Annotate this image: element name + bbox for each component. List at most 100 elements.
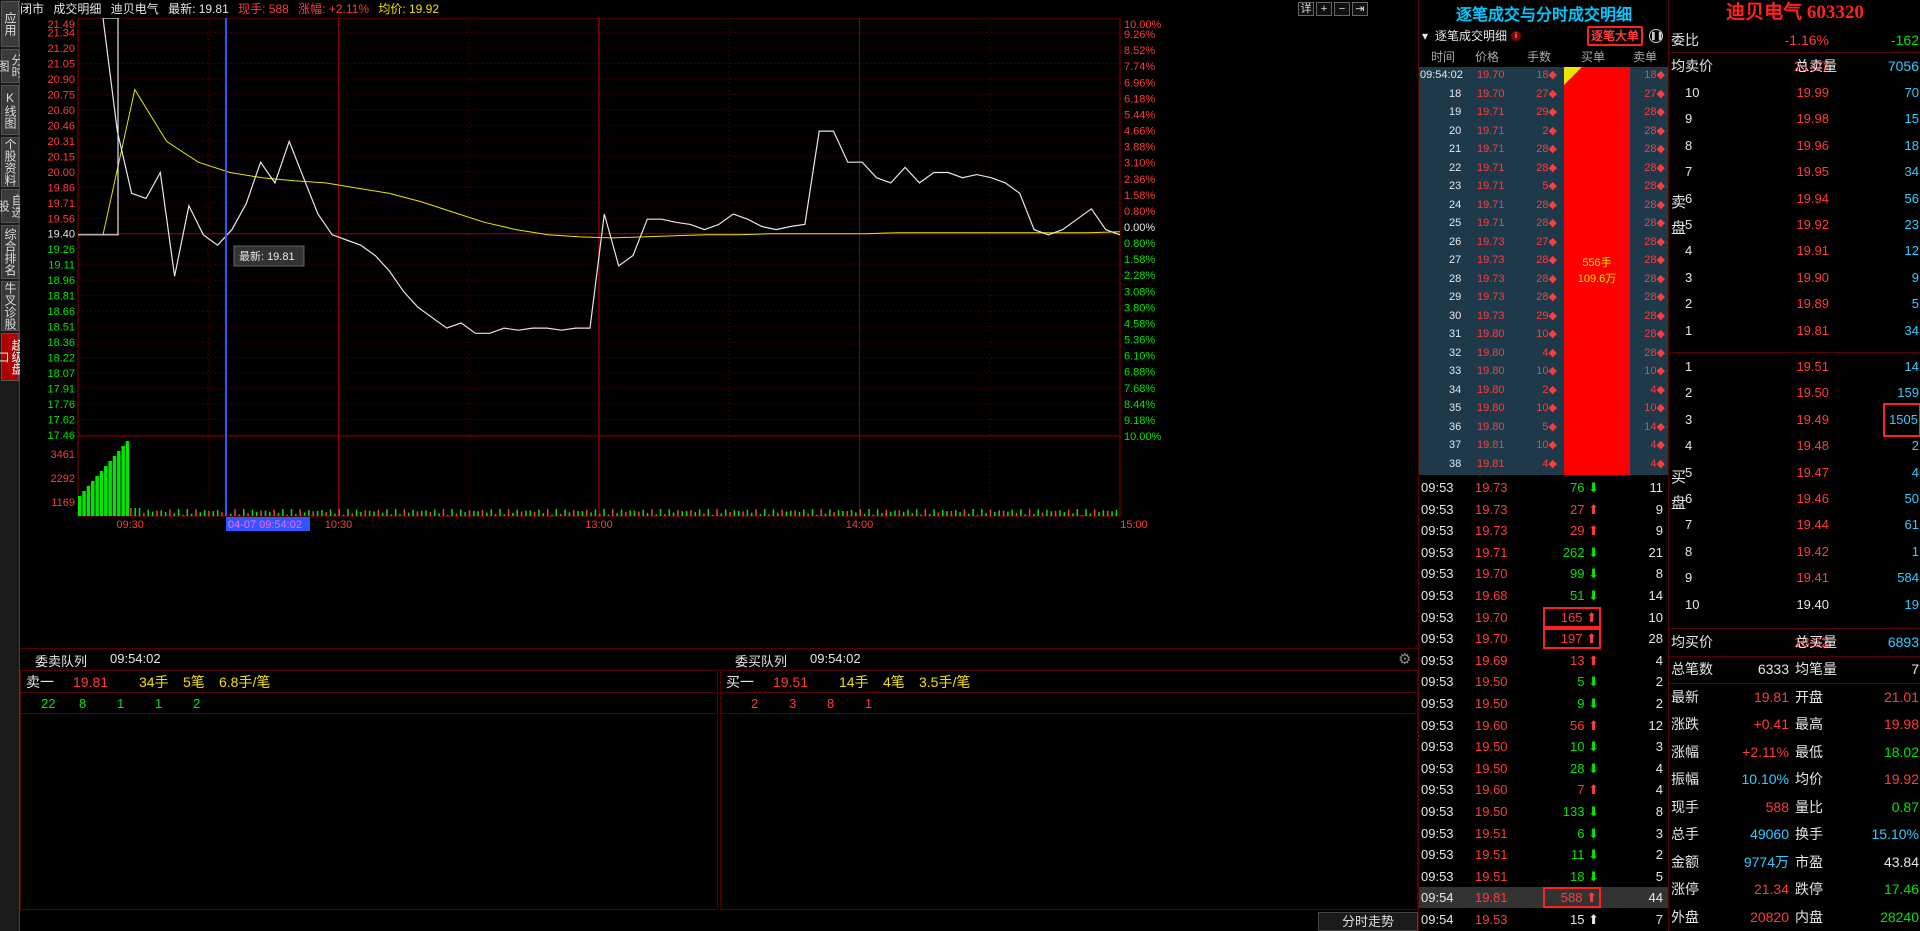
tick-price: 19.51 <box>1475 825 1508 841</box>
volume-bar <box>837 510 840 516</box>
time-tick-label: 15:00 <box>1120 519 1148 531</box>
volume-bar <box>117 451 121 516</box>
tick-time: 09:53 <box>1421 825 1454 841</box>
volume-bar <box>989 509 992 516</box>
total-sell: 7056 <box>1887 58 1919 74</box>
tick-hands: 9 ⬇ <box>1577 696 1599 711</box>
detail-button[interactable]: 详 <box>1298 2 1314 16</box>
sidebar-item-7[interactable]: 超级盘口 <box>0 333 24 381</box>
volume-bar <box>468 510 471 516</box>
volume-bar <box>347 509 349 516</box>
tick-hands: 13 ⬆ <box>1570 652 1599 668</box>
volume-bar <box>1024 514 1026 516</box>
volume-bar <box>690 510 692 516</box>
price-tick-label: 19.26 <box>47 244 75 256</box>
tick-count: 21 <box>1648 544 1663 560</box>
volume-bar <box>242 509 245 516</box>
sidebar-item-6[interactable]: 牛叉诊股 <box>1 281 19 331</box>
ask-level: 4 <box>1685 243 1693 259</box>
volume-bar <box>972 509 974 516</box>
tick-time: 09:53 <box>1421 674 1454 690</box>
detail-time: 32 <box>1449 346 1462 359</box>
detail-time: 28 <box>1449 272 1462 285</box>
detail-hands: 5◆ <box>1542 420 1557 433</box>
bid-row: 3 19.49 1505 <box>1669 402 1920 437</box>
sidebar-item-5[interactable]: 综合排名 <box>1 225 19 279</box>
volume-bar <box>1007 511 1009 516</box>
detail-hands: 28◆ <box>1536 254 1557 266</box>
volume-bar <box>538 509 540 516</box>
expand-button[interactable]: ⇥ <box>1352 2 1368 16</box>
volume-bar <box>1115 509 1118 516</box>
volume-bar <box>729 511 731 516</box>
sidebar-item-1[interactable]: 分时图 <box>0 49 24 83</box>
volume-bar <box>885 509 888 516</box>
detail-price: 19.80 <box>1477 346 1505 359</box>
volume-bar <box>86 486 91 516</box>
volume-bar <box>685 510 688 516</box>
tab-trade-detail[interactable]: 成交明细 <box>53 0 101 18</box>
tick-count: 9 <box>1655 523 1663 539</box>
stat-label: 均笔量 <box>1795 661 1837 677</box>
sell-queue-item: 8 <box>79 696 87 711</box>
sell-queue-items: 22 8 1 1 2 <box>21 694 717 714</box>
volume-bar <box>915 509 918 516</box>
detail-hands: 27◆ <box>1536 235 1557 248</box>
bid-level: 9 <box>1685 570 1693 586</box>
volume-bar <box>290 509 293 516</box>
pause-icon[interactable]: ❚❚ <box>1649 29 1663 43</box>
volume-bar <box>933 509 935 516</box>
stat-label: 量比 <box>1795 798 1823 815</box>
ask-volume: 12 <box>1904 243 1919 259</box>
avg-price: 均价: 19.92 <box>378 2 440 16</box>
chevron-down-icon[interactable]: ▾ <box>1422 26 1428 46</box>
intraday-chart[interactable]: 21.4921.3421.2021.0520.9020.7520.6020.46… <box>20 18 1420 648</box>
big-order-button[interactable]: 逐笔大单 <box>1587 26 1644 46</box>
tick-hands: 6 ⬇ <box>1577 825 1599 841</box>
volume-bar <box>377 509 380 516</box>
sidebar-item-4[interactable]: 自选股 <box>0 189 24 223</box>
tick-hands: 197 ⬆ <box>1543 628 1601 650</box>
tick-list: 09:53 19.73 76 ⬇ 11 09:53 19.73 27 ⬆ 9 09:53 19.7… <box>1419 477 1669 931</box>
gear-icon[interactable]: ⚙ <box>1398 650 1411 668</box>
tab-intraday-trend[interactable]: 分时走势 <box>1318 912 1418 931</box>
price-tick-label: 20.31 <box>47 136 75 148</box>
detail-sell: 28◆ <box>1644 328 1665 340</box>
detail-time: 31 <box>1449 328 1462 340</box>
volume-bar <box>755 509 757 516</box>
volume-bar <box>599 513 601 516</box>
volume-bar <box>746 509 749 516</box>
volume-bar <box>546 509 549 516</box>
volume-bar <box>568 512 571 516</box>
ask-row: 3 19.90 9 <box>1669 265 1920 291</box>
sidebar-item-2[interactable]: K线图 <box>1 85 19 135</box>
sidebar-item-0[interactable]: 应用 <box>1 1 19 47</box>
volume-bar <box>499 509 501 516</box>
tick-price: 19.53 <box>1475 912 1508 927</box>
volume-bar <box>629 510 631 516</box>
detail-row: 35 19.80 10◆ 10◆ <box>1419 400 1669 416</box>
bid-level: 8 <box>1685 543 1693 559</box>
pct-tick-label: 0.80% <box>1124 238 1155 250</box>
volume-bar <box>763 509 766 516</box>
zoom-in-button[interactable]: + <box>1316 2 1332 16</box>
volume-tick-label: 1169 <box>51 497 75 509</box>
volume-bar <box>438 513 440 516</box>
stat-value: 21.34 <box>1753 881 1789 897</box>
volume-bar <box>481 509 484 516</box>
info-icon[interactable]: i <box>1511 31 1521 41</box>
ask-level: 3 <box>1685 269 1693 285</box>
ask-level: 6 <box>1685 190 1693 206</box>
bid-level: 10 <box>1685 596 1700 612</box>
sidebar-item-3[interactable]: 个股资料 <box>1 137 19 187</box>
detail-hands: 29◆ <box>1536 106 1557 118</box>
stat-label: 涨停 <box>1671 881 1699 897</box>
tick-hands: 56 ⬆ <box>1570 717 1599 733</box>
volume-bar <box>104 466 108 516</box>
zoom-out-button[interactable]: − <box>1334 2 1350 16</box>
detail-price: 19.71 <box>1477 180 1505 192</box>
volume-bar <box>420 510 423 516</box>
volume-bar <box>668 509 670 516</box>
stat-value: 9774万 <box>1743 853 1789 870</box>
detail-hands: 10◆ <box>1536 328 1557 340</box>
